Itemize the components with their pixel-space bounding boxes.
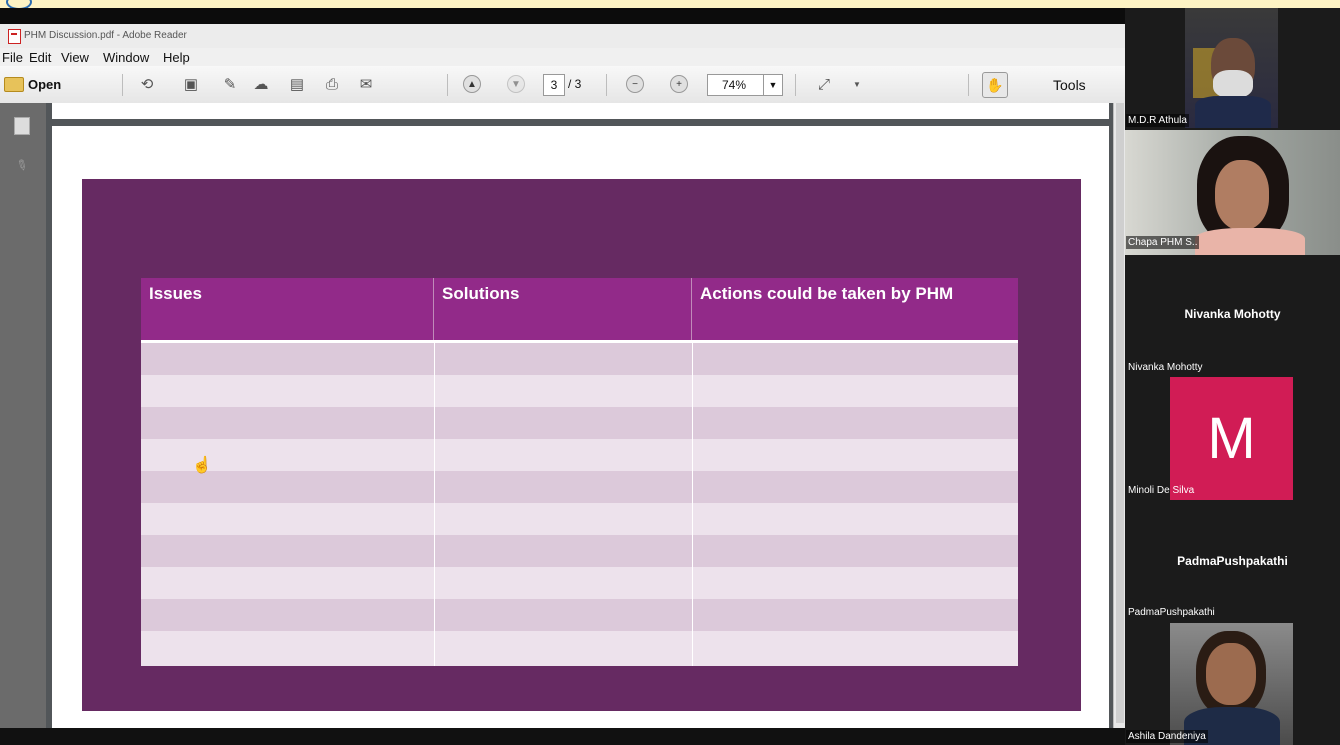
save-icon[interactable]: ▤ [286,73,308,95]
zoom-level-input[interactable]: 74% [707,74,765,96]
zoom-dropdown-button[interactable]: ▼ [763,74,783,96]
tools-pane-button[interactable]: Tools [1053,77,1086,93]
table-row [141,375,1018,407]
top-notification-strip [0,0,1340,10]
navigation-panel: ✎ [0,103,46,745]
reader-window: PHM Discussion.pdf - Adobe Reader File E… [0,24,1126,745]
menu-bar: File Edit View Window Help [0,48,1125,66]
table-header-solutions: Solutions [434,278,692,340]
page-number-input[interactable]: 3 [543,74,565,96]
participant-avatar-minoli[interactable]: M [1170,377,1293,500]
column-divider [692,343,693,666]
zoom-in-button[interactable]: + [668,73,690,95]
participant-placeholder-nivanka[interactable]: Nivanka Mohotty [1125,307,1340,321]
previous-page-edge [52,103,1109,119]
menu-file[interactable]: File [2,50,23,65]
participant-placeholder-padma[interactable]: PadmaPushpakathi [1125,554,1340,568]
open-label: Open [28,76,62,92]
table-header-actions: Actions could be taken by PHM [692,278,1018,340]
participant-name: M.D.R Athula [1126,114,1189,127]
create-pdf-icon[interactable]: ⟲ [136,73,158,95]
participant-name: Nivanka Mohotty [1128,362,1203,373]
participant-video-ashila[interactable] [1170,623,1293,745]
scrollbar-thumb[interactable] [1116,103,1124,723]
cloud-upload-icon[interactable]: ☁ [250,73,272,95]
participant-video-athula[interactable] [1185,8,1278,128]
participant-name: Chapa PHM S.. [1126,236,1200,249]
pdf-file-icon [8,29,21,44]
table-row [141,535,1018,567]
previous-page-button[interactable]: ▲ [461,73,483,95]
person-body [1195,96,1271,128]
menu-window[interactable]: Window [103,50,149,65]
plus-icon: + [670,75,688,93]
open-button[interactable]: Open [4,72,90,96]
table-row [141,599,1018,631]
hand-cursor-icon: ☝ [192,457,212,474]
edit-pdf-icon[interactable]: ✎ [219,73,241,95]
page-thumbnails-icon[interactable] [14,117,30,135]
toolbar: Open ⟲ ▣ ✎ ☁ ▤ ⎙ ✉ ▲ ▼ 3 / 3 − + 74% ▼ ⤢… [0,66,1125,104]
table-row [141,343,1018,375]
pdf-page: Issues Solutions Actions could be taken … [52,126,1109,745]
participant-name: PadmaPushpakathi [1128,607,1215,618]
bottom-bar [0,728,1125,745]
table-header-issues: Issues [141,278,434,340]
window-title: PHM Discussion.pdf - Adobe Reader [24,30,187,41]
table-row [141,567,1018,599]
top-bar [0,8,1125,24]
slide: Issues Solutions Actions could be taken … [82,179,1081,711]
table-row [141,439,1018,471]
person-face [1215,160,1269,230]
document-area[interactable]: Issues Solutions Actions could be taken … [46,103,1113,745]
page-total: / 3 [568,77,582,91]
chevron-down-icon: ▼ [768,80,778,90]
menu-view[interactable]: View [61,50,89,65]
person-shirt [1195,228,1305,255]
menu-help[interactable]: Help [163,50,190,65]
export-pdf-icon[interactable]: ▣ [180,73,202,95]
print-icon[interactable]: ⎙ [321,73,343,95]
toolbar-separator [795,74,796,96]
arrow-up-icon: ▲ [463,75,481,93]
next-page-button[interactable]: ▼ [505,73,527,95]
fit-page-icon[interactable]: ⤢ [813,73,835,95]
table-row [141,407,1018,439]
discussion-table: Issues Solutions Actions could be taken … [141,278,1018,666]
arrow-down-icon: ▼ [507,75,525,93]
zoom-out-button[interactable]: − [624,73,646,95]
toolbar-separator [122,74,123,96]
toolbar-separator [447,74,448,96]
folder-icon [4,76,24,92]
toolbar-separator [968,74,969,96]
participant-name: Ashila Dandeniya [1126,730,1208,743]
toolbar-separator [606,74,607,96]
participant-name: Minoli De Silva [1128,485,1195,496]
title-bar: PHM Discussion.pdf - Adobe Reader [0,24,1125,48]
hand-icon: ✋ [986,76,1004,93]
minus-icon: − [626,75,644,93]
person-face [1206,643,1256,705]
menu-edit[interactable]: Edit [29,50,51,65]
hand-tool-button[interactable]: ✋ [982,72,1008,98]
person-beard [1213,70,1253,98]
column-divider [434,343,435,666]
signature-icon[interactable]: ✎ [13,155,31,176]
more-options-dropdown-icon[interactable]: ▼ [846,73,868,95]
table-row [141,631,1018,666]
table-row [141,471,1018,503]
email-icon[interactable]: ✉ [355,73,377,95]
participants-panel: M.D.R Athula Chapa PHM S.. Nivanka Mohot… [1125,8,1340,745]
table-row [141,503,1018,535]
